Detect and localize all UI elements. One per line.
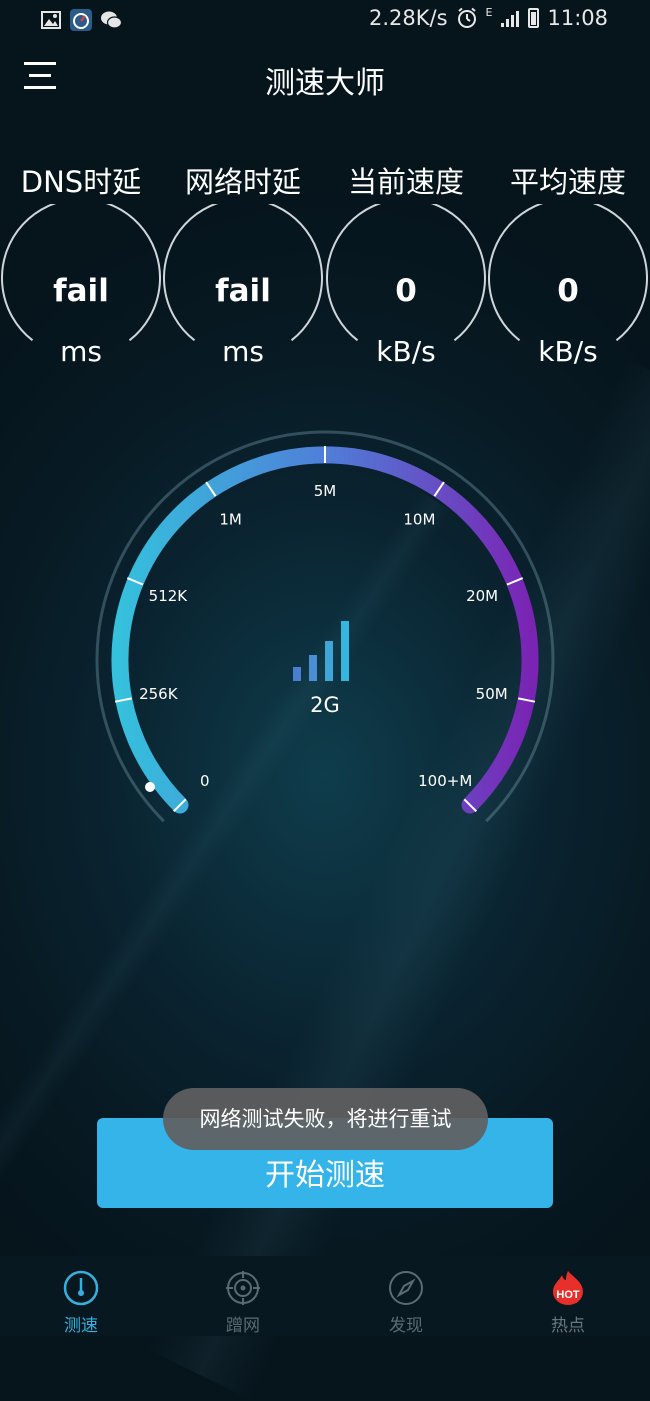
gauge-center: 2G bbox=[285, 615, 365, 725]
gauge-tick bbox=[506, 577, 524, 586]
gauge-tick bbox=[114, 697, 132, 703]
net-speed-text: 2.28K/s bbox=[368, 6, 448, 30]
background-streak bbox=[144, 359, 650, 1401]
gauge-tick-label: 20M bbox=[466, 587, 498, 605]
toast-message: 网络测试失败，将进行重试 bbox=[163, 1088, 488, 1150]
stat-label: 当前速度 bbox=[347, 165, 464, 199]
gauge-tick-label: 1M bbox=[219, 511, 242, 529]
wechat-icon bbox=[101, 11, 122, 29]
stat-value: fail bbox=[53, 273, 109, 309]
stat-unit: kB/s bbox=[538, 335, 598, 368]
compass-icon bbox=[389, 1271, 423, 1305]
gauge-tick-label: 50M bbox=[476, 685, 508, 703]
hot-badge-text: HOT bbox=[556, 1289, 580, 1301]
page-title: 测速大师 bbox=[265, 66, 385, 101]
stat-value: fail bbox=[215, 273, 271, 309]
gauge-tick bbox=[518, 697, 536, 703]
nav-item-hotspot[interactable]: HOT 热点 bbox=[487, 1256, 649, 1336]
alarm-icon bbox=[457, 7, 476, 28]
gauge-tick bbox=[205, 481, 217, 497]
target-icon bbox=[226, 1271, 260, 1305]
stat-value: 0 bbox=[557, 273, 579, 309]
gauge-tick-label: 512K bbox=[149, 587, 189, 605]
gauge-tick-label: 256K bbox=[139, 685, 179, 703]
nav-label: 热点 bbox=[551, 1316, 585, 1336]
gauge-tick-label: 10M bbox=[403, 511, 435, 529]
battery-icon bbox=[528, 8, 540, 28]
stat-dns-latency: DNS时延 fail ms bbox=[0, 155, 162, 375]
gauge-start-dot bbox=[145, 782, 155, 792]
gauge-tick bbox=[172, 798, 187, 813]
image-icon bbox=[41, 11, 61, 29]
stat-average-speed: 平均速度 0 kB/s bbox=[487, 155, 649, 375]
stat-unit: kB/s bbox=[376, 335, 436, 368]
stat-value: 0 bbox=[395, 273, 417, 309]
signal-bars-icon bbox=[293, 621, 349, 681]
nav-item-wifi[interactable]: 蹭网 bbox=[162, 1256, 324, 1336]
stat-label: 网络时延 bbox=[184, 165, 301, 199]
stat-current-speed: 当前速度 0 kB/s bbox=[325, 155, 487, 375]
gauge-tick bbox=[433, 481, 445, 497]
gauge-tick bbox=[126, 577, 144, 586]
bottom-nav: 测速 蹭网 发现 HOT 热点 bbox=[0, 1256, 650, 1336]
stat-label: DNS时延 bbox=[20, 165, 142, 199]
nav-label: 蹭网 bbox=[226, 1316, 260, 1336]
stat-label: 平均速度 bbox=[509, 165, 626, 199]
status-bar: 2.28K/s E 11:08 bbox=[0, 0, 650, 40]
gauge-tick-label: 100+M bbox=[418, 772, 472, 790]
stat-unit: ms bbox=[222, 335, 264, 368]
nav-item-discover[interactable]: 发现 bbox=[325, 1256, 487, 1336]
gauge-tick-label: 0 bbox=[200, 772, 210, 790]
nav-label: 测速 bbox=[64, 1316, 98, 1336]
network-indicator: E bbox=[485, 5, 493, 19]
speedometer-app-icon bbox=[70, 9, 92, 31]
gauge-tick-label: 5M bbox=[314, 482, 337, 500]
stat-network-latency: 网络时延 fail ms bbox=[162, 155, 324, 375]
gauge-tick bbox=[463, 798, 478, 813]
stats-row: DNS时延 fail ms 网络时延 fail ms 当前速度 0 kB/s 平… bbox=[0, 155, 650, 375]
clock: 11:08 bbox=[547, 6, 608, 30]
stat-unit: ms bbox=[60, 335, 102, 368]
nav-item-speedtest[interactable]: 测速 bbox=[0, 1256, 162, 1336]
nav-label: 发现 bbox=[389, 1316, 423, 1336]
speedometer-icon bbox=[63, 1270, 99, 1306]
network-type-label: 2G bbox=[310, 693, 340, 717]
hot-icon: HOT bbox=[553, 1271, 583, 1305]
signal-icon bbox=[501, 11, 520, 27]
